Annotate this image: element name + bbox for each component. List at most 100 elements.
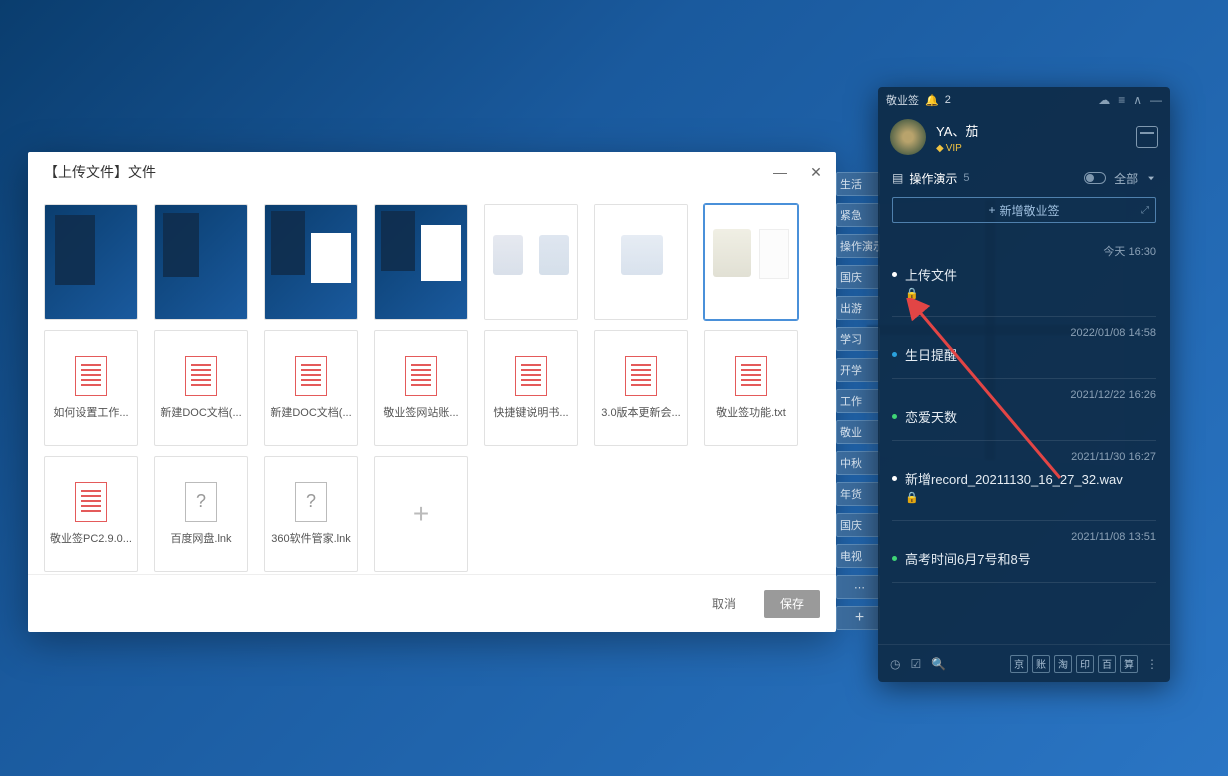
note-item[interactable]: 2021/11/08 13:51高考时间6月7号和8号 [892, 521, 1156, 583]
file-thumbnail[interactable] [594, 204, 688, 320]
file-doc-item[interactable]: 新建DOC文档(... [154, 330, 248, 446]
more-shortcuts-icon[interactable]: ⋮ [1146, 657, 1158, 671]
note-item[interactable]: 2021/12/22 16:26恋爱天数 [892, 379, 1156, 441]
app-minimize-icon[interactable]: — [1150, 93, 1162, 107]
calendar-icon[interactable] [1136, 126, 1158, 148]
category-tag[interactable]: 中秋 [836, 451, 880, 475]
file-thumbnail[interactable] [374, 204, 468, 320]
save-button[interactable]: 保存 [764, 590, 820, 618]
note-item[interactable]: 今天 16:30上传文件🔒 [892, 233, 1156, 317]
status-dot [892, 476, 897, 481]
document-icon [735, 356, 767, 396]
category-tag[interactable]: 工作 [836, 389, 880, 413]
note-content-row: 新增record_20211130_16_27_32.wav [892, 469, 1156, 488]
search-icon[interactable]: 🔍 [931, 657, 946, 671]
file-label: 360软件管家.lnk [271, 530, 350, 546]
shortcut-button[interactable]: 账 [1032, 655, 1050, 673]
file-doc-item[interactable]: 敬业签网站账... [374, 330, 468, 446]
shortcut-button[interactable]: 京 [1010, 655, 1028, 673]
category-tag[interactable]: 开学 [836, 358, 880, 382]
status-dot [892, 352, 897, 357]
note-text: 恋爱天数 [905, 407, 957, 426]
file-doc-item[interactable]: 快捷键说明书... [484, 330, 578, 446]
filter-label[interactable]: 全部 [1114, 170, 1138, 187]
close-button[interactable]: ✕ [804, 160, 828, 184]
collapse-icon[interactable]: ∧ [1133, 93, 1142, 107]
shortcut-button[interactable]: 印 [1076, 655, 1094, 673]
category-tag[interactable]: 紧急 [836, 203, 880, 227]
app-header-controls: ☁ ≡ ∧ — [1098, 93, 1162, 107]
file-label: 敬业签PC2.9.0... [50, 530, 132, 546]
note-item[interactable]: 2022/01/08 14:58 生日提醒 [892, 317, 1156, 379]
shortcut-button[interactable]: 算 [1120, 655, 1138, 673]
cloud-sync-icon[interactable]: ☁ [1098, 93, 1110, 107]
note-text: 生日提醒 [905, 345, 957, 364]
note-timestamp: 2022/01/08 14:58 [892, 327, 1156, 339]
cancel-button[interactable]: 取消 [696, 590, 752, 618]
upload-file-dialog: 【上传文件】文件 — ✕ 如何设置工作...新建DOC文档(...新建DOC文档… [28, 152, 836, 632]
vip-badge: ◆ VIP [936, 143, 978, 154]
category-tag[interactable]: 年货 [836, 482, 880, 506]
bell-icon[interactable]: 🔔 [925, 94, 939, 107]
add-file-button[interactable]: + [374, 456, 468, 572]
file-doc-item[interactable]: 敬业签功能.txt [704, 330, 798, 446]
category-tags-column: 生活紧急操作演示国庆出游学习开学工作敬业中秋年货国庆电视⋯+ [836, 172, 880, 630]
expand-icon: ⤢ [1141, 205, 1149, 216]
shortcut-button[interactable]: 百 [1098, 655, 1116, 673]
file-thumbnail[interactable] [44, 204, 138, 320]
thumbnail-image [155, 205, 247, 319]
note-item[interactable]: 2021/11/30 16:27 新增record_20211130_16_27_… [892, 441, 1156, 521]
file-doc-item[interactable]: 如何设置工作... [44, 330, 138, 446]
clock-icon[interactable]: ◷ [890, 657, 900, 671]
category-tag[interactable]: 操作演示 [836, 234, 880, 258]
menu-icon[interactable]: ≡ [1118, 93, 1125, 107]
document-icon [75, 356, 107, 396]
view-toggle[interactable] [1084, 172, 1106, 184]
avatar[interactable] [890, 119, 926, 155]
status-dot [892, 272, 897, 277]
document-icon [295, 356, 327, 396]
more-tags-button[interactable]: ⋯ [836, 575, 880, 599]
unknown-file-icon [185, 482, 217, 522]
minimize-button[interactable]: — [768, 160, 792, 184]
file-thumbnail[interactable] [484, 204, 578, 320]
thumbnail-image [595, 205, 687, 319]
thumbnail-image [485, 205, 577, 319]
app-footer: ◷ ☑ 🔍 京账淘印百算 ⋮ [878, 644, 1170, 682]
note-text: 高考时间6月7号和8号 [905, 549, 1031, 568]
chevron-down-icon[interactable]: ▼ [1146, 175, 1156, 182]
file-doc-item[interactable]: 百度网盘.lnk [154, 456, 248, 572]
category-tag[interactable]: 生活 [836, 172, 880, 196]
shortcut-button[interactable]: 淘 [1054, 655, 1072, 673]
file-doc-item[interactable]: 新建DOC文档(... [264, 330, 358, 446]
category-tag[interactable]: 国庆 [836, 513, 880, 537]
category-tag[interactable]: 国庆 [836, 265, 880, 289]
file-thumbnail[interactable] [704, 204, 798, 320]
plus-icon: + [988, 203, 995, 217]
file-thumbnail[interactable] [264, 204, 358, 320]
note-content-row: 恋爱天数 [892, 407, 1156, 426]
file-label: 新建DOC文档(... [160, 404, 241, 420]
category-tag[interactable]: 学习 [836, 327, 880, 351]
note-timestamp: 2021/11/30 16:27 [892, 451, 1156, 463]
check-icon[interactable]: ☑ [910, 657, 921, 671]
file-doc-item[interactable]: 敬业签PC2.9.0... [44, 456, 138, 572]
thumbnail-image [705, 205, 797, 319]
category-tag[interactable]: 电视 [836, 544, 880, 568]
dialog-window-controls: — ✕ [768, 160, 828, 184]
file-doc-item[interactable]: 360软件管家.lnk [264, 456, 358, 572]
file-label: 如何设置工作... [53, 404, 128, 420]
note-timestamp: 今天 16:30 [892, 243, 1156, 259]
document-icon [515, 356, 547, 396]
user-info: YA、茄 ◆ VIP [936, 121, 978, 154]
thumbnail-image [45, 205, 137, 319]
notes-list: 今天 16:30上传文件🔒 2022/01/08 14:58 生日提醒 2021/12… [878, 233, 1170, 644]
add-tag-button[interactable]: + [836, 606, 880, 630]
add-note-button[interactable]: + 新增敬业签 ⤢ [892, 197, 1156, 223]
document-icon [75, 482, 107, 522]
document-icon [405, 356, 437, 396]
category-tag[interactable]: 出游 [836, 296, 880, 320]
category-tag[interactable]: 敬业 [836, 420, 880, 444]
file-thumbnail[interactable] [154, 204, 248, 320]
file-doc-item[interactable]: 3.0版本更新会... [594, 330, 688, 446]
